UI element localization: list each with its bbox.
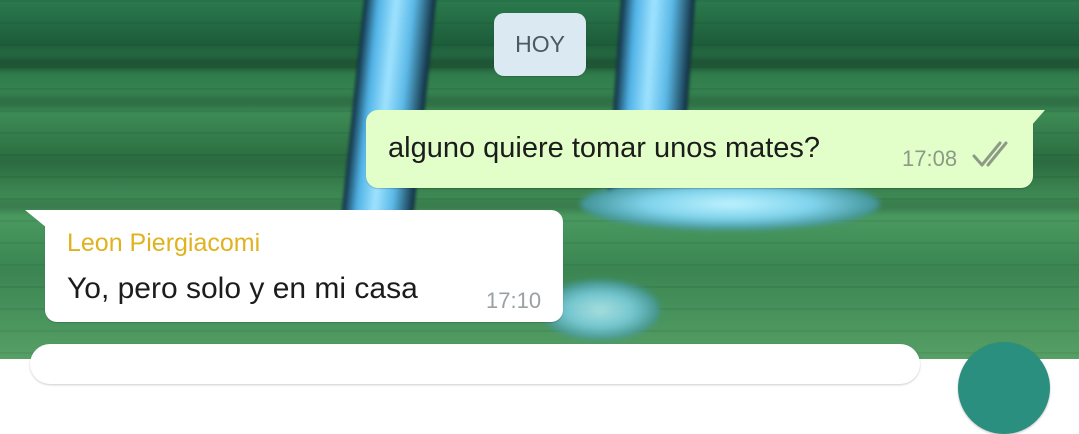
wallpaper-stripe (0, 96, 1079, 108)
incoming-message-bubble[interactable]: Leon Piergiacomi Yo, pero solo y en mi c… (25, 210, 563, 322)
message-text: alguno quiere tomar unos mates? (388, 132, 821, 164)
bubble-tail (25, 210, 47, 228)
message-input[interactable] (30, 344, 920, 384)
send-button[interactable] (958, 342, 1050, 434)
outgoing-message-bubble[interactable]: alguno quiere tomar unos mates? 17:08 (366, 110, 1045, 188)
bubble-tail (1031, 110, 1045, 126)
message-text: Yo, pero solo y en mi casa (67, 272, 418, 305)
date-separator: HOY (494, 13, 586, 76)
date-separator-label: HOY (515, 31, 565, 57)
message-time: 17:10 (486, 288, 542, 313)
message-time: 17:08 (902, 146, 958, 171)
double-check-icon (972, 141, 1008, 167)
sender-name[interactable]: Leon Piergiacomi (67, 229, 260, 258)
